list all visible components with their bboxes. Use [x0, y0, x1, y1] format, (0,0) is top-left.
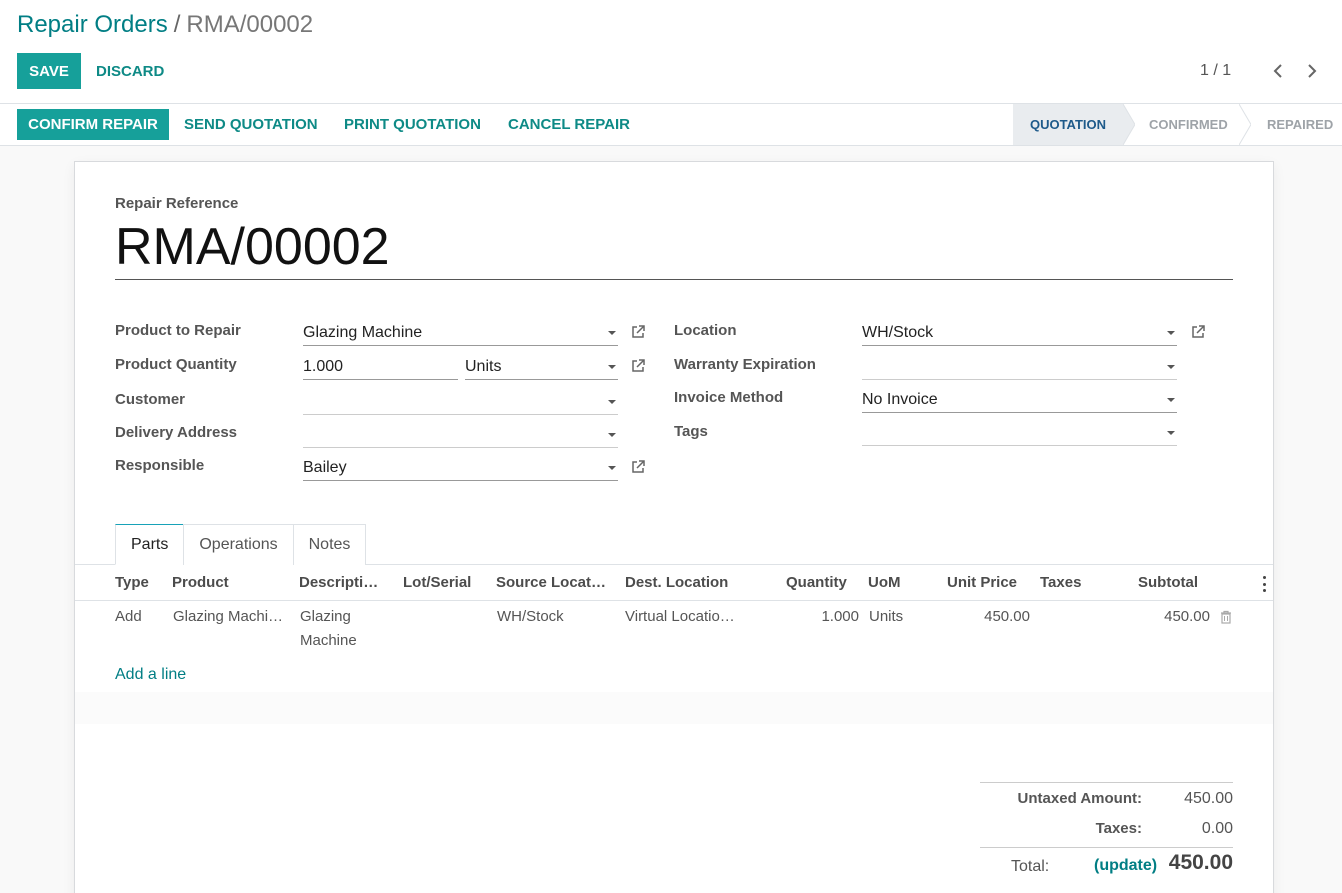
tab-notes[interactable]: Notes — [292, 524, 367, 565]
print-quotation-button[interactable]: PRINT QUOTATION — [344, 109, 481, 140]
invoice-method-value: No Invoice — [862, 391, 938, 408]
cell-quantity[interactable]: 1.000 — [800, 605, 859, 629]
statusbar: CONFIRM REPAIR SEND QUOTATION PRINT QUOT… — [0, 104, 1342, 146]
dropdown-caret-icon[interactable] — [608, 433, 616, 437]
external-link-icon[interactable] — [630, 459, 646, 475]
location-field[interactable]: WH/Stock — [862, 320, 1177, 346]
send-quotation-button[interactable]: SEND QUOTATION — [184, 109, 318, 140]
delivery-address-label: Delivery Address — [115, 424, 238, 441]
breadcrumb-current: RMA/00002 — [186, 11, 314, 38]
column-header[interactable]: UoM — [868, 574, 901, 592]
invoice-method-select[interactable]: No Invoice — [862, 387, 1177, 413]
column-header[interactable]: Product — [172, 574, 229, 592]
column-header[interactable]: Unit Price — [947, 574, 1017, 592]
external-link-icon[interactable] — [1190, 324, 1206, 340]
repair-reference-label: Repair Reference — [115, 195, 239, 212]
column-header[interactable]: Lot/Serial — [403, 574, 471, 592]
dropdown-caret-icon[interactable] — [1167, 398, 1175, 402]
cell-source-location[interactable]: WH/Stock — [497, 605, 564, 629]
cell-type[interactable]: Add — [115, 605, 142, 629]
column-header[interactable]: Taxes — [1040, 574, 1081, 592]
responsible-value: Bailey — [303, 459, 347, 476]
column-header[interactable]: Source Locat… — [496, 574, 606, 592]
uom-field[interactable]: Units — [465, 354, 618, 380]
cell-description[interactable]: Glazing — [300, 605, 351, 629]
warranty-expiration-label: Warranty Expiration — [674, 356, 816, 373]
location-label: Location — [674, 322, 737, 339]
table-empty-row — [75, 692, 1273, 724]
total-value: 450.00 — [1168, 851, 1233, 874]
dropdown-caret-icon[interactable] — [608, 365, 616, 369]
breadcrumb-repair-orders[interactable]: Repair Orders — [17, 11, 168, 38]
tab-operations[interactable]: Operations — [183, 524, 294, 565]
stage-arrow-icon — [1123, 104, 1135, 145]
cell-uom[interactable]: Units — [869, 605, 903, 629]
uom-value: Units — [465, 358, 502, 375]
pager-value[interactable]: 1 / 1 — [1200, 60, 1231, 82]
warranty-expiration-field[interactable] — [862, 354, 1177, 380]
dropdown-caret-icon[interactable] — [1167, 431, 1175, 435]
taxes-label: Taxes: — [1095, 820, 1142, 837]
responsible-field[interactable]: Bailey — [303, 455, 618, 481]
cell-dest-location[interactable]: Virtual Locatio… — [625, 605, 735, 629]
external-link-icon[interactable] — [630, 358, 646, 374]
dropdown-caret-icon[interactable] — [1167, 331, 1175, 335]
product-quantity-input[interactable]: 1.000 — [303, 354, 458, 380]
dropdown-caret-icon[interactable] — [608, 331, 616, 335]
tags-label: Tags — [674, 423, 708, 440]
column-header[interactable]: Descripti… — [299, 574, 378, 592]
untaxed-amount-value: 450.00 — [1184, 790, 1233, 807]
product-to-repair-field[interactable]: Glazing Machine — [303, 320, 618, 346]
totals-divider — [980, 847, 1233, 848]
column-options-icon[interactable] — [1260, 576, 1268, 592]
tab-parts[interactable]: Parts — [115, 524, 185, 565]
chevron-left-icon[interactable] — [1268, 60, 1288, 82]
repair-reference-field[interactable]: RMA/00002 — [115, 216, 1233, 280]
control-panel: Repair Orders / RMA/00002 SAVE DISCARD 1 /… — [0, 0, 1342, 104]
invoice-method-label: Invoice Method — [674, 389, 784, 406]
stage-arrow-icon — [1239, 104, 1251, 145]
cell-product[interactable]: Glazing Machi… — [173, 605, 283, 629]
column-header[interactable]: Quantity — [786, 574, 847, 592]
update-total-link[interactable]: (update) — [1094, 857, 1157, 875]
column-header[interactable]: Dest. Location — [625, 574, 728, 592]
breadcrumb-separator: / — [173, 11, 181, 38]
location-value: WH/Stock — [862, 324, 934, 341]
dropdown-caret-icon[interactable] — [1167, 365, 1175, 369]
untaxed-amount-label: Untaxed Amount: — [1017, 790, 1142, 807]
product-to-repair-label: Product to Repair — [115, 322, 241, 339]
customer-field[interactable] — [303, 389, 618, 415]
tags-field[interactable] — [862, 420, 1177, 446]
stage-repaired[interactable]: REPAIRED — [1267, 104, 1337, 145]
product-quantity-label: Product Quantity — [115, 356, 237, 373]
total-label: Total: — [1011, 858, 1050, 875]
cell-description[interactable]: Machine — [300, 629, 357, 653]
stage-confirmed[interactable]: CONFIRMED — [1149, 104, 1229, 145]
save-button[interactable]: SAVE — [17, 53, 81, 89]
trash-icon[interactable] — [1220, 610, 1232, 624]
column-header[interactable]: Type — [115, 574, 149, 592]
stage-quotation[interactable]: QUOTATION — [1013, 104, 1123, 145]
delivery-address-field[interactable] — [303, 422, 618, 448]
table-header-divider — [75, 600, 1273, 601]
dropdown-caret-icon[interactable] — [608, 400, 616, 404]
column-header[interactable]: Subtotal — [1138, 574, 1198, 592]
dropdown-caret-icon[interactable] — [608, 466, 616, 470]
discard-button[interactable]: DISCARD — [96, 53, 164, 89]
chevron-right-icon[interactable] — [1302, 60, 1322, 82]
notebook-tabs: Parts Operations Notes — [115, 524, 367, 565]
cancel-repair-button[interactable]: CANCEL REPAIR — [508, 109, 630, 140]
confirm-repair-button[interactable]: CONFIRM REPAIR — [17, 109, 169, 140]
customer-label: Customer — [115, 391, 186, 408]
cell-unit-price[interactable]: 450.00 — [960, 605, 1030, 629]
breadcrumb: Repair Orders / RMA/00002 — [17, 10, 313, 40]
product-to-repair-value: Glazing Machine — [303, 324, 423, 341]
responsible-label: Responsible — [115, 457, 205, 474]
external-link-icon[interactable] — [630, 324, 646, 340]
taxes-value: 0.00 — [1201, 820, 1233, 837]
totals-top-divider — [980, 782, 1233, 783]
cell-subtotal[interactable]: 450.00 — [1140, 605, 1210, 629]
add-a-line-link[interactable]: Add a line — [115, 664, 186, 686]
